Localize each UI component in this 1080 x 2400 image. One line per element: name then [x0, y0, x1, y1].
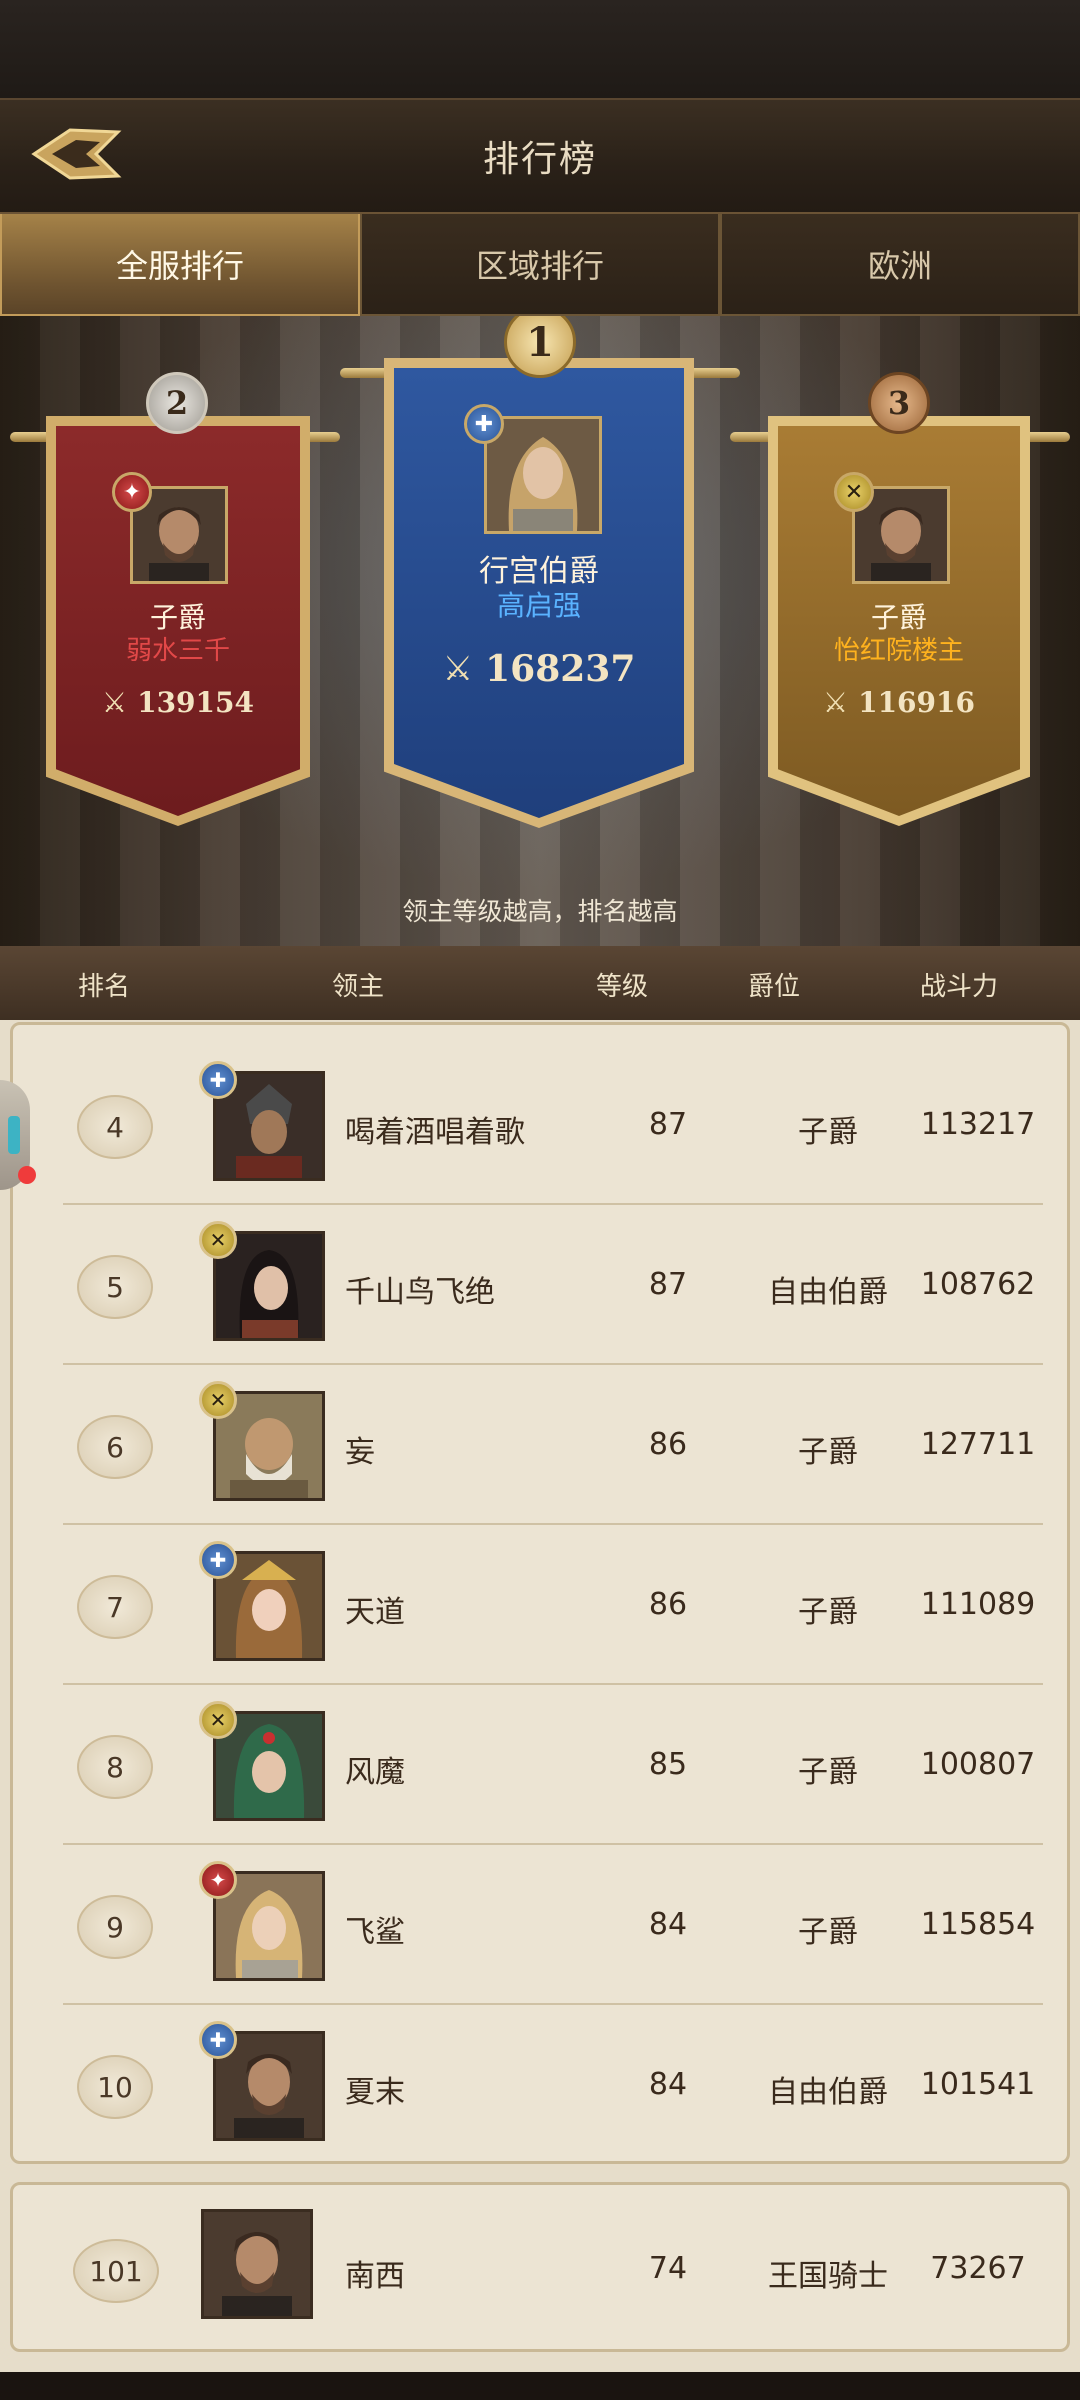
lord-level: 74 — [648, 2251, 688, 2286]
podium-third-power: 116916 — [858, 686, 975, 719]
table-row[interactable]: 7 ✚ 天道 86 子爵 111089 — [63, 1525, 1043, 1685]
lord-title: 自由伯爵 — [768, 1275, 888, 1310]
lord-title: 子爵 — [798, 1435, 858, 1470]
rank-number: 101 — [73, 2239, 159, 2303]
podium-second-power: 139154 — [137, 686, 254, 719]
faction-badge-blue: ✚ — [199, 2021, 237, 2059]
rank-number: 4 — [77, 1095, 153, 1159]
lord-power: 108762 — [920, 1267, 1036, 1302]
lord-level: 86 — [648, 1587, 688, 1622]
rank-number: 5 — [77, 1255, 153, 1319]
bronze-medal: 3 — [868, 372, 930, 434]
faction-badge-red: ✦ — [112, 472, 152, 512]
header-bar: 排行榜 — [0, 98, 1080, 214]
tab-server-ranking[interactable]: 全服排行 — [0, 214, 360, 316]
lord-power: 127711 — [920, 1427, 1036, 1462]
lord-name: 风魔 — [345, 1755, 405, 1790]
table-row[interactable]: 8 ✕ 风魔 85 子爵 100807 — [63, 1685, 1043, 1845]
podium-second-name: 弱水三千 — [125, 636, 230, 666]
bottom-strip — [0, 2372, 1080, 2400]
lord-name: 妄 — [345, 1435, 375, 1470]
avatar — [484, 416, 602, 534]
my-ranking-panel: 101 南西 74 王国骑士 73267 — [10, 2182, 1070, 2352]
col-level: 等级 — [596, 972, 649, 1002]
faction-badge-blue: ✚ — [199, 1061, 237, 1099]
podium-first-name: 高启强 — [496, 589, 581, 622]
list-header: 排名 领主 等级 爵位 战斗力 — [0, 946, 1080, 1020]
lord-level: 86 — [648, 1427, 688, 1462]
faction-badge-gold: ✕ — [199, 1701, 237, 1739]
table-row[interactable]: 5 ✕ 千山鸟飞绝 87 自由伯爵 108762 — [63, 1205, 1043, 1365]
faction-badge-gold: ✕ — [834, 472, 874, 512]
silver-medal: 2 — [146, 372, 208, 434]
table-row[interactable]: 4 ✚ 喝着酒唱着歌 87 子爵 113217 — [63, 1045, 1043, 1205]
lord-title: 子爵 — [798, 1115, 858, 1150]
podium-first[interactable]: 1 ✚ 行宫伯爵 高启强 ⚔ 168237 — [384, 316, 694, 828]
col-title: 爵位 — [748, 972, 801, 1002]
lord-power: 100807 — [920, 1747, 1036, 1782]
faction-badge-gold: ✕ — [199, 1381, 237, 1419]
table-row[interactable]: 10 ✚ 夏末 84 自由伯爵 101541 — [63, 2005, 1043, 2165]
lord-power: 111089 — [920, 1587, 1036, 1622]
lord-power: 113217 — [920, 1107, 1036, 1142]
table-row[interactable]: 9 ✦ 飞鲨 84 子爵 115854 — [63, 1845, 1043, 2005]
table-row[interactable]: 6 ✕ 妄 86 子爵 127711 — [63, 1365, 1043, 1525]
page-title: 排行榜 — [482, 139, 597, 180]
rank-number: 10 — [77, 2055, 153, 2119]
lord-name: 天道 — [345, 1595, 405, 1630]
lord-name: 夏末 — [345, 2075, 405, 2110]
lord-power: 101541 — [920, 2067, 1036, 2102]
lord-power: 73267 — [930, 2251, 1026, 2286]
col-power: 战斗力 — [920, 972, 999, 1002]
lord-title: 子爵 — [798, 1595, 858, 1630]
rank-number: 8 — [77, 1735, 153, 1799]
lord-level: 87 — [648, 1107, 688, 1142]
lord-level: 84 — [648, 2067, 688, 2102]
my-ranking-row[interactable]: 101 南西 74 王国骑士 73267 — [63, 2189, 1043, 2349]
podium-second[interactable]: 2 ✦ 子爵 弱水三千 ⚔ 139154 — [46, 372, 310, 826]
rank-number: 7 — [77, 1575, 153, 1639]
status-strip — [0, 0, 1080, 98]
lord-title: 王国骑士 — [768, 2259, 888, 2294]
lord-title: 子爵 — [798, 1755, 858, 1790]
faction-badge-blue: ✚ — [464, 404, 504, 444]
col-lord: 领主 — [332, 972, 385, 1002]
lord-name: 南西 — [345, 2259, 405, 2294]
tab-region-ranking[interactable]: 区域排行 — [360, 214, 720, 316]
podium-third[interactable]: 3 ✕ 子爵 怡红院楼主 ⚔ 116916 — [768, 372, 1030, 826]
faction-badge-gold: ✕ — [199, 1221, 237, 1259]
lord-level: 87 — [648, 1267, 688, 1302]
lord-name: 喝着酒唱着歌 — [345, 1115, 525, 1150]
ranking-list-panel: 4 ✚ 喝着酒唱着歌 87 子爵 113217 5 ✕ 千山鸟飞绝 87 自由伯… — [10, 1022, 1070, 2164]
lord-name: 千山鸟飞绝 — [345, 1275, 495, 1310]
podium-top-three: 2 ✦ 子爵 弱水三千 ⚔ 139154 1 ✚ 行宫伯爵 高启强 ⚔ 1682… — [0, 316, 1080, 946]
podium-first-power: 168237 — [485, 648, 636, 690]
rank-number: 6 — [77, 1415, 153, 1479]
lord-level: 84 — [648, 1907, 688, 1942]
col-rank: 排名 — [78, 972, 131, 1002]
lord-name: 飞鲨 — [345, 1915, 405, 1950]
faction-badge-blue: ✚ — [199, 1541, 237, 1579]
tab-bar: 全服排行 区域排行 欧洲 — [0, 214, 1080, 316]
lord-power: 115854 — [920, 1907, 1036, 1942]
ranking-list: 4 ✚ 喝着酒唱着歌 87 子爵 113217 5 ✕ 千山鸟飞绝 87 自由伯… — [0, 1020, 1080, 2400]
rank-number: 9 — [77, 1895, 153, 1959]
lord-title: 自由伯爵 — [768, 2075, 888, 2110]
avatar — [201, 2209, 313, 2319]
crossed-swords-icon: ⚔ — [822, 686, 849, 719]
crossed-swords-icon: ⚔ — [101, 686, 128, 719]
notification-dot — [18, 1166, 36, 1184]
crossed-swords-icon: ⚔ — [442, 649, 474, 689]
lord-title: 子爵 — [798, 1915, 858, 1950]
ranking-hint: 领主等级越高，排名越高 — [402, 897, 678, 926]
podium-third-name: 怡红院楼主 — [833, 636, 964, 666]
faction-badge-red: ✦ — [199, 1861, 237, 1899]
tab-europe[interactable]: 欧洲 — [720, 214, 1080, 316]
lord-level: 85 — [648, 1747, 688, 1782]
